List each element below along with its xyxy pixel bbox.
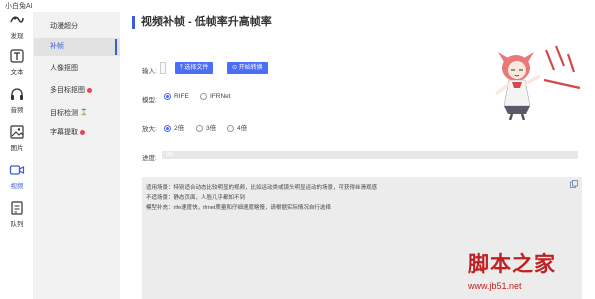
title-bar: 小白兔AI: [0, 0, 595, 12]
scale-label: 放大:: [142, 126, 157, 133]
rail-item-text[interactable]: 文本: [0, 48, 34, 84]
scale-option-label: 3倍: [206, 125, 217, 132]
model-option-label: IFRNet: [210, 93, 231, 101]
sub-nav-label: 字幕提取: [50, 129, 78, 136]
rail-label-discover: 发现: [10, 33, 24, 40]
watermark: 脚本之家 www.jb51.net: [468, 248, 593, 296]
app-title: 小白兔AI: [5, 3, 33, 10]
sub-nav-label: 动漫超分: [50, 23, 78, 30]
scale-option-3x[interactable]: 3倍: [196, 122, 216, 132]
file-input-field[interactable]: [160, 62, 166, 74]
rail-label-queue: 队列: [10, 221, 24, 228]
start-convert-button[interactable]: ⊙ 开始转换: [227, 62, 268, 74]
select-file-button[interactable]: ⤒ 选择文件: [175, 62, 214, 74]
radio-dot: [164, 124, 171, 132]
image-icon: [10, 125, 24, 139]
model-option-label: RIFE: [174, 93, 189, 101]
scale-option-4x[interactable]: 4倍: [227, 122, 247, 132]
new-badge: [80, 129, 85, 135]
play-icon: ⊙: [232, 65, 239, 71]
model-option-ifrnet[interactable]: IFRNet: [200, 93, 231, 100]
sub-nav-multi-target-matting[interactable]: 多目标抠图: [34, 82, 120, 100]
sub-nav-subtitle-extract[interactable]: 字幕提取: [34, 124, 120, 142]
page-title: 视频补帧 - 低帧率升高帧率: [132, 16, 272, 29]
info-line-model-note: 模型补充：rife速度快，ifrnet质量和仔细速度略慢，请根据实际情况自行选择: [146, 205, 331, 211]
radio-dot: [200, 93, 207, 100]
info-line-suitable: 适用场景：特别适合动态比较明显的视频，比如运动类或镜头明显运动的场景，可获得丝滑…: [146, 185, 378, 191]
model-option-rife[interactable]: RIFE: [164, 93, 189, 100]
copy-icon[interactable]: [570, 180, 578, 188]
new-badge: [87, 87, 92, 93]
model-label: 模型:: [142, 97, 157, 104]
sub-nav-label: 多目标抠图: [50, 87, 85, 94]
scale-option-label: 4倍: [237, 125, 248, 132]
radio-dot: [196, 124, 203, 132]
text-icon: [10, 49, 24, 63]
queue-icon: [11, 201, 23, 215]
sub-nav-anime-upscale[interactable]: 动漫超分: [34, 18, 120, 36]
rail-label-text: 文本: [10, 69, 24, 76]
rail-item-video[interactable]: 视频: [0, 162, 34, 198]
scale-option-label: 2倍: [174, 125, 185, 132]
sub-nav-portrait-matting[interactable]: 人像抠图: [34, 60, 120, 78]
sub-nav-label: 目标检测: [50, 109, 78, 117]
rail-item-image[interactable]: 图片: [0, 124, 34, 160]
sub-nav-frame-interpolation[interactable]: 补帧: [34, 38, 120, 56]
sub-nav-label: 补帧: [50, 43, 64, 50]
progress-text: 0%: [166, 152, 174, 158]
info-line-unsuitable: 不适场景：静态页面，人脸几乎都知不到: [146, 195, 246, 201]
rail-item-queue[interactable]: 队列: [0, 200, 34, 236]
hourglass-icon: ⌛: [80, 110, 88, 116]
radio-dot: [164, 93, 171, 100]
rail-item-discover[interactable]: 发现: [0, 12, 34, 48]
icon-rail: 发现 文本 音频 图片 视频 队列: [0, 12, 34, 299]
rail-label-audio: 音频: [10, 107, 24, 114]
watermark-url: www.jb51.net: [468, 281, 522, 291]
scale-option-2x[interactable]: 2倍: [164, 122, 184, 132]
sub-nav-label: 人像抠图: [50, 65, 78, 72]
start-convert-label: 开始转换: [238, 65, 263, 71]
progress-bar: 0%: [162, 151, 578, 159]
sub-nav-object-detection[interactable]: 目标检测 ⌛: [34, 104, 120, 122]
progress-label: 进度:: [142, 155, 157, 162]
radio-dot: [227, 124, 234, 132]
watermark-title: 脚本之家: [468, 251, 556, 276]
select-file-label: 选择文件: [184, 65, 209, 71]
anime-mascot-illustration: [495, 45, 581, 120]
headphones-icon: [11, 88, 23, 100]
sub-nav: 动漫超分 补帧 人像抠图 多目标抠图 目标检测 ⌛ 字幕提取: [34, 12, 120, 299]
rail-label-video: 视频: [10, 183, 24, 190]
video-icon: [9, 165, 25, 175]
rail-item-audio[interactable]: 音频: [0, 86, 34, 122]
discover-icon: [10, 16, 24, 23]
rail-label-image: 图片: [10, 145, 24, 152]
input-label: 输入:: [142, 68, 157, 75]
